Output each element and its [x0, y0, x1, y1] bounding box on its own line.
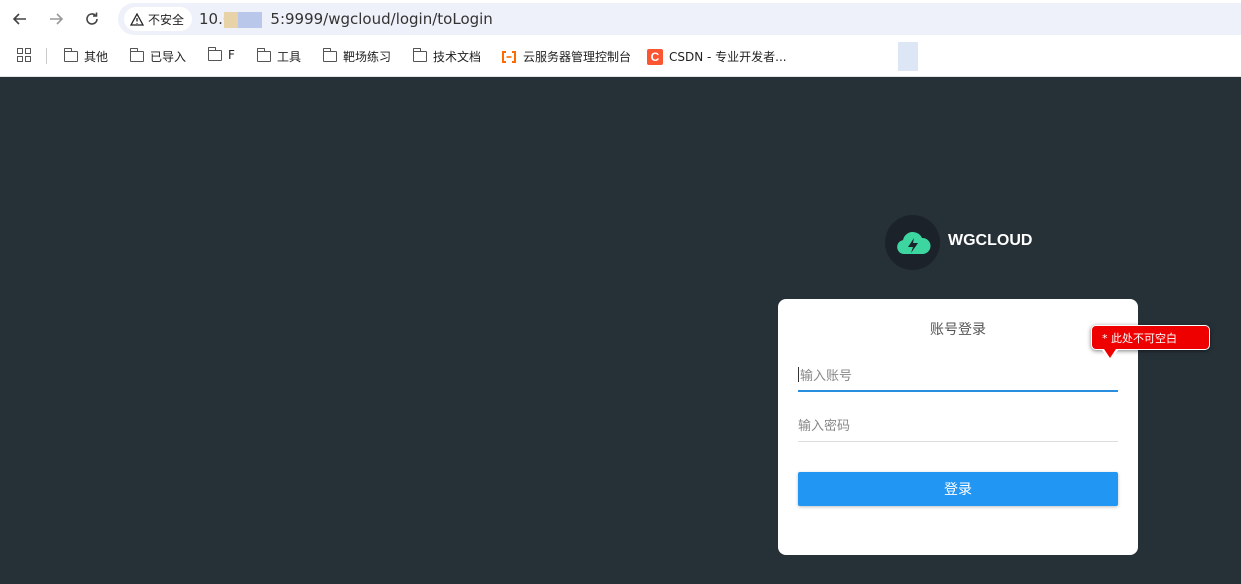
- account-input[interactable]: 输入账号: [798, 358, 1118, 392]
- bookmark-label: 工具: [277, 50, 302, 64]
- back-icon[interactable]: [8, 7, 32, 31]
- bookmark-label: 靶场练习: [343, 50, 392, 64]
- brand-name: WGCLOUD: [948, 232, 1033, 249]
- warning-icon: [130, 12, 144, 26]
- folder-icon: [412, 48, 427, 62]
- bookmark-folder[interactable]: F: [207, 46, 235, 62]
- password-input[interactable]: 输入密码: [798, 408, 1118, 442]
- bookmarks-divider: [46, 48, 47, 64]
- bookmarks-bar: 其他 已导入 F 工具 靶场练习 技术文档 云服务器管理控制台 C CSDN -…: [0, 38, 1241, 77]
- reload-icon[interactable]: [80, 7, 104, 31]
- security-label: 不安全: [148, 12, 185, 27]
- wgcloud-logo: [885, 215, 940, 270]
- apps-grid-icon[interactable]: [17, 48, 31, 62]
- folder-icon: [129, 48, 144, 62]
- bookmark-folder[interactable]: 其他: [63, 48, 109, 65]
- bookmark-label: 其他: [84, 50, 109, 64]
- security-indicator[interactable]: 不安全: [124, 7, 193, 31]
- bookmark-label: CSDN - 专业开发者...: [669, 50, 787, 64]
- address-bar[interactable]: 不安全 10.0 5:9999/wgcloud/login/toLogin: [118, 3, 1241, 35]
- redaction-block: [224, 12, 238, 28]
- folder-icon: [256, 48, 271, 62]
- login-button[interactable]: 登录: [798, 472, 1118, 506]
- browser-toolbar: 不安全 10.0 5:9999/wgcloud/login/toLogin: [0, 0, 1241, 38]
- bookmark-folder[interactable]: 已导入: [129, 48, 187, 65]
- bookmark-label: 技术文档: [433, 50, 482, 64]
- bookmark-link[interactable]: C CSDN - 专业开发者...: [647, 48, 787, 65]
- url-suffix: 5:9999/wgcloud/login/toLogin: [270, 10, 493, 28]
- folder-icon: [207, 46, 222, 61]
- bookmark-label: 已导入: [150, 50, 187, 64]
- bookmark-label: F: [228, 48, 235, 62]
- bookmark-folder[interactable]: 工具: [256, 48, 302, 65]
- login-title: 账号登录: [930, 322, 986, 338]
- folder-icon: [63, 48, 78, 62]
- text-cursor: [798, 366, 799, 382]
- bookmark-folder[interactable]: 技术文档: [412, 48, 482, 65]
- folder-icon: [322, 48, 337, 62]
- account-placeholder: 输入账号: [800, 368, 853, 384]
- validation-tooltip: * 此处不可空白: [1091, 325, 1210, 361]
- password-placeholder: 输入密码: [798, 419, 851, 434]
- csdn-icon: C: [647, 48, 663, 65]
- redaction-block: [238, 12, 262, 28]
- cloud-bolt-icon: [896, 231, 931, 254]
- bookmark-folder[interactable]: 靶场练习: [322, 48, 392, 65]
- forward-icon[interactable]: [44, 7, 68, 31]
- bookmark-label: 云服务器管理控制台: [523, 50, 632, 64]
- bookmark-placeholder: [898, 42, 918, 71]
- login-card: 账号登录 输入账号 输入密码 登录: [778, 299, 1138, 555]
- aliyun-icon: [502, 50, 516, 63]
- bookmark-link[interactable]: 云服务器管理控制台: [501, 48, 631, 65]
